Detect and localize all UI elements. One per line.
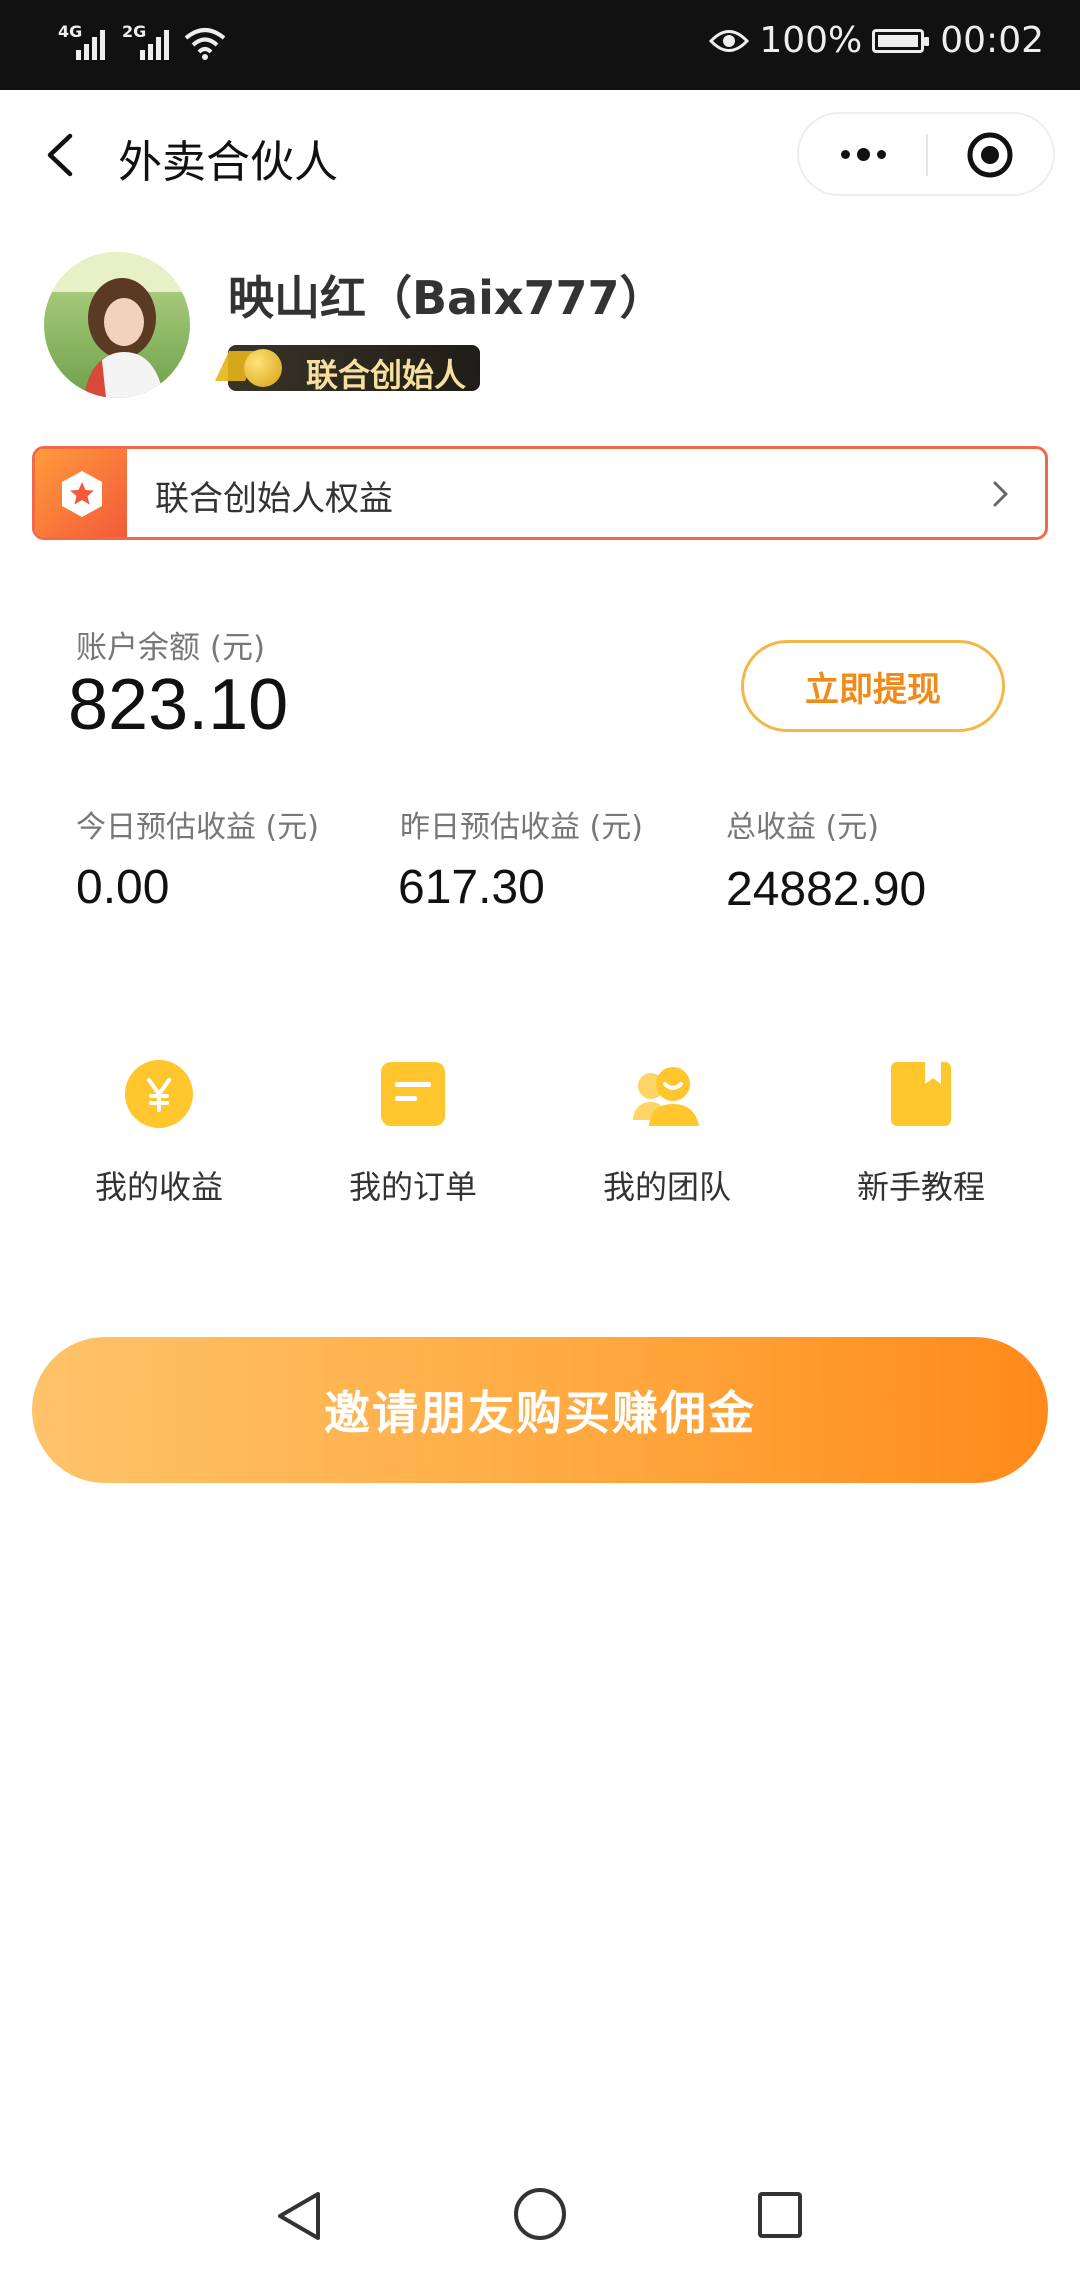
badge-coin-icon [244,349,282,387]
menu-tutorial[interactable]: 新手教程 [821,1058,1021,1208]
menu-my-orders[interactable]: 我的订单 [313,1058,513,1208]
menu-label: 我的团队 [602,1168,731,1206]
menu-label: 我的订单 [348,1168,477,1206]
stat-value: 24882.90 [726,863,927,916]
battery-percent: 100% [759,20,863,61]
system-nav-bar [0,2150,1080,2280]
stat-value: 617.30 [398,861,545,914]
badge-label: 联合创始人 [306,356,467,394]
tutorial-icon [891,1062,951,1126]
stat-value: 0.00 [76,861,170,914]
invite-button[interactable]: 邀请朋友购买赚佣金 [32,1337,1048,1483]
eye-icon [709,29,750,52]
menu-my-earnings[interactable]: 我的收益 [59,1058,259,1208]
stat-label: 今日预估收益 (元) [76,810,319,845]
avatar [44,252,190,398]
stat-today: 今日预估收益 (元) 0.00 [76,802,319,915]
nav-recents-icon[interactable] [752,2188,808,2244]
stat-label: 总收益 (元) [726,810,879,845]
stat-label: 昨日预估收益 (元) [400,810,643,845]
signal-icon [76,30,105,60]
more-icon[interactable] [833,132,893,176]
stat-yesterday: 昨日预估收益 (元) 617.30 [398,802,643,915]
menu-my-team[interactable]: 我的团队 [567,1058,767,1208]
order-icon [381,1062,445,1126]
wifi-icon [184,28,226,60]
balance-value: 823.10 [68,665,289,745]
team-icon [633,1067,699,1126]
rights-label: 联合创始人权益 [155,479,393,519]
nav-back-icon[interactable] [272,2188,328,2244]
status-bar: 4G 2G 100% 00:02 [0,0,1080,90]
stat-total: 总收益 (元) 24882.90 [726,802,926,917]
user-name: 映山红（Baix777） [228,271,666,325]
mini-program-capsule [797,112,1055,196]
capsule-divider [926,134,928,176]
rights-icon-block [35,449,127,537]
battery-icon [872,28,930,53]
nav-bar: 外卖合伙人 [0,90,1080,220]
founder-rights-bar[interactable]: 联合创始人权益 [32,446,1048,540]
yen-coin-icon [125,1060,193,1128]
withdraw-button[interactable]: 立即提现 [741,640,1005,732]
chevron-right-icon [993,481,1008,507]
star-shield-icon [62,471,102,517]
menu-label: 我的收益 [94,1168,223,1206]
back-arrow-icon[interactable] [38,130,88,180]
clock: 00:02 [940,20,1044,61]
page-title: 外卖合伙人 [118,137,338,188]
balance-label: 账户余额 (元) [76,630,266,666]
signal-icon [140,30,169,60]
menu-label: 新手教程 [856,1168,985,1206]
founder-badge: 联合创始人 [215,345,480,394]
nav-home-icon[interactable] [512,2186,568,2242]
target-icon[interactable] [965,130,1015,180]
